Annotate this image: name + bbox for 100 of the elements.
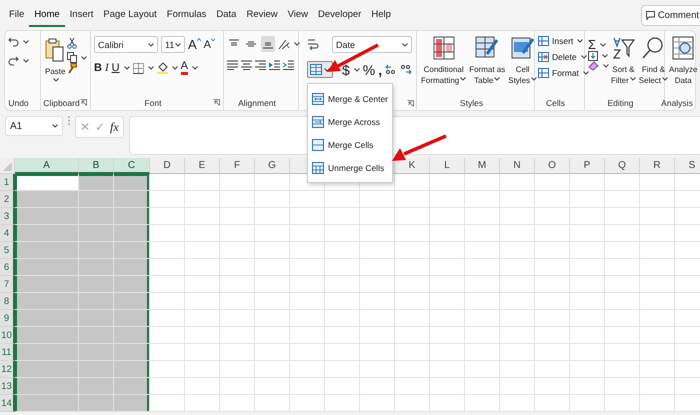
grid-cell[interactable] bbox=[114, 225, 150, 242]
grid-cell[interactable] bbox=[500, 344, 535, 361]
grid-cell[interactable] bbox=[430, 225, 465, 242]
grid-cell[interactable] bbox=[15, 395, 79, 412]
italic-button[interactable]: I bbox=[104, 62, 109, 74]
redo-icon[interactable] bbox=[8, 55, 19, 66]
grid-cell[interactable] bbox=[290, 276, 325, 293]
grid-cell[interactable] bbox=[150, 344, 185, 361]
analyze-data-button[interactable]: Analyze Data bbox=[668, 36, 698, 86]
grid-cell[interactable] bbox=[430, 242, 465, 259]
grid-cell[interactable] bbox=[640, 174, 675, 191]
column-header[interactable]: N bbox=[500, 158, 535, 174]
grid-cell[interactable] bbox=[605, 208, 640, 225]
caret-icon[interactable] bbox=[81, 56, 88, 60]
grid-cell[interactable] bbox=[640, 344, 675, 361]
grid-cell[interactable] bbox=[570, 191, 605, 208]
grid-cell[interactable] bbox=[220, 191, 255, 208]
copy-icon[interactable] bbox=[67, 52, 78, 63]
caret-icon[interactable] bbox=[577, 39, 584, 43]
caret-icon[interactable] bbox=[23, 58, 29, 62]
grid-cell[interactable] bbox=[255, 208, 290, 225]
grid-cell[interactable] bbox=[185, 242, 220, 259]
conditional-formatting-button[interactable]: Conditional Formatting bbox=[420, 36, 468, 86]
grid-cell[interactable] bbox=[570, 225, 605, 242]
grid-cell[interactable] bbox=[150, 208, 185, 225]
grid-cell[interactable] bbox=[360, 395, 395, 412]
grid-cell[interactable] bbox=[185, 378, 220, 395]
drag-handle-icon[interactable] bbox=[68, 116, 70, 125]
cells-menu-button[interactable]: Format bbox=[538, 68, 589, 78]
autosum-button[interactable]: Σ bbox=[588, 38, 596, 51]
grid-cell[interactable] bbox=[605, 276, 640, 293]
row-header[interactable]: 10 bbox=[0, 327, 15, 344]
font-color-button[interactable]: A bbox=[180, 61, 188, 75]
grid-cell[interactable] bbox=[325, 361, 360, 378]
row-header[interactable]: 9 bbox=[0, 310, 15, 327]
grid-cell[interactable] bbox=[185, 259, 220, 276]
name-box[interactable]: A1 bbox=[5, 116, 63, 136]
grid-cell[interactable] bbox=[360, 191, 395, 208]
grid-cell[interactable] bbox=[430, 276, 465, 293]
grid-cell[interactable] bbox=[255, 293, 290, 310]
grid-cell[interactable] bbox=[325, 242, 360, 259]
grid-cell[interactable] bbox=[185, 174, 220, 191]
grid-cell[interactable] bbox=[640, 259, 675, 276]
column-header[interactable]: L bbox=[430, 158, 465, 174]
grid-cell[interactable] bbox=[465, 276, 500, 293]
grid-cell[interactable] bbox=[290, 293, 325, 310]
cells-menu-button[interactable]: Insert bbox=[538, 36, 584, 46]
shrink-font-button[interactable]: A bbox=[204, 38, 212, 50]
column-header[interactable]: G bbox=[255, 158, 290, 174]
grid-cell[interactable] bbox=[220, 310, 255, 327]
grid-cell[interactable] bbox=[114, 310, 150, 327]
grid-cell[interactable] bbox=[79, 174, 114, 191]
ribbon-tab[interactable]: Data bbox=[211, 3, 242, 27]
grid-cell[interactable] bbox=[605, 327, 640, 344]
row-header[interactable]: 11 bbox=[0, 344, 15, 361]
grid-cell[interactable] bbox=[15, 276, 79, 293]
grid-cell[interactable] bbox=[465, 327, 500, 344]
grid-cell[interactable] bbox=[430, 361, 465, 378]
grid-cell[interactable] bbox=[150, 361, 185, 378]
grid-cell[interactable] bbox=[220, 174, 255, 191]
grid-cell[interactable] bbox=[15, 208, 79, 225]
grid-cell[interactable] bbox=[79, 344, 114, 361]
grid-cell[interactable] bbox=[605, 378, 640, 395]
grid-cell[interactable] bbox=[605, 242, 640, 259]
grid-cell[interactable] bbox=[150, 276, 185, 293]
grid-cell[interactable] bbox=[465, 242, 500, 259]
grid-cell[interactable] bbox=[150, 310, 185, 327]
grid-cell[interactable] bbox=[465, 259, 500, 276]
grid-cell[interactable] bbox=[325, 378, 360, 395]
grid-cell[interactable] bbox=[465, 225, 500, 242]
grid-cell[interactable] bbox=[114, 191, 150, 208]
grid-cell[interactable] bbox=[255, 327, 290, 344]
dialog-launcher-icon[interactable] bbox=[213, 99, 220, 106]
grid-cell[interactable] bbox=[500, 361, 535, 378]
ribbon-tab[interactable]: View bbox=[282, 3, 314, 27]
grid-cell[interactable] bbox=[185, 191, 220, 208]
grid-cell[interactable] bbox=[605, 174, 640, 191]
grid-cell[interactable] bbox=[570, 327, 605, 344]
grid-cell[interactable] bbox=[640, 310, 675, 327]
grid-cell[interactable] bbox=[395, 191, 430, 208]
grid-cell[interactable] bbox=[430, 174, 465, 191]
grid-cell[interactable] bbox=[220, 327, 255, 344]
grid-cell[interactable] bbox=[640, 327, 675, 344]
grid-cell[interactable] bbox=[290, 378, 325, 395]
grid-cell[interactable] bbox=[325, 259, 360, 276]
grid-cell[interactable] bbox=[114, 378, 150, 395]
increase-decimal-icon[interactable] bbox=[385, 64, 398, 75]
column-header[interactable]: Q bbox=[605, 158, 640, 174]
column-header[interactable]: C bbox=[114, 158, 150, 174]
grid-cell[interactable] bbox=[395, 225, 430, 242]
column-header[interactable]: F bbox=[220, 158, 255, 174]
grid-cell[interactable] bbox=[290, 310, 325, 327]
grid-cell[interactable] bbox=[535, 225, 570, 242]
grid-cell[interactable] bbox=[114, 174, 150, 191]
caret-icon[interactable] bbox=[324, 68, 330, 72]
grid-cell[interactable] bbox=[150, 293, 185, 310]
grid-cell[interactable] bbox=[15, 242, 79, 259]
grid-cell[interactable] bbox=[325, 208, 360, 225]
grid-cell[interactable] bbox=[500, 276, 535, 293]
caret-icon[interactable] bbox=[580, 55, 587, 59]
